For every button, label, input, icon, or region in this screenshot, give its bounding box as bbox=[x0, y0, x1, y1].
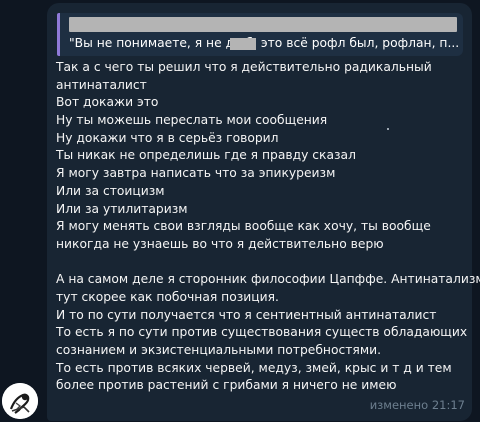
message-line: антинаталист bbox=[56, 77, 147, 92]
message-line: Ты никак не определишь где я правду сказ… bbox=[56, 148, 356, 163]
message-text: Так а с чего ты решил что я действительн… bbox=[56, 59, 480, 395]
message-line: Ну ты можешь переслать мои сообщения bbox=[56, 113, 328, 128]
redacted-word bbox=[230, 38, 256, 50]
edited-label: изменено bbox=[369, 398, 429, 412]
message-line: Я могу менять свои взгляды вообще как хо… bbox=[56, 219, 431, 234]
message-line: И то по сути получается что я сентиентны… bbox=[56, 307, 437, 322]
message-line: сознанием и экзистенциальными потребност… bbox=[56, 343, 381, 357]
redacted-author-name bbox=[69, 17, 457, 32]
reply-quote[interactable]: "Вы не понимаете, я не до б, это всё роф… bbox=[57, 13, 463, 56]
message-line: Или за утилитаризм bbox=[56, 201, 188, 216]
message-line: Так а с чего ты решил что я действительн… bbox=[56, 60, 432, 74]
message-line: Ну докажи что я в серьёз говорил bbox=[56, 130, 279, 145]
message-line: никогда не узнаешь во что я действительн… bbox=[56, 236, 384, 251]
message-line: более против растений с грибами я ничего… bbox=[56, 378, 397, 393]
message-bubble[interactable]: "Вы не понимаете, я не до б, это всё роф… bbox=[47, 3, 480, 421]
message-meta: изменено 21:17 bbox=[370, 398, 465, 412]
sender-avatar[interactable] bbox=[2, 383, 38, 419]
message-line: А на самом деле я сторонник философии Ца… bbox=[56, 272, 480, 287]
message-time: 21:17 bbox=[431, 398, 465, 412]
avatar-sketch-icon bbox=[2, 383, 38, 419]
message-line: Или за стоицизм bbox=[56, 183, 165, 198]
message-line: Вот докажи это bbox=[56, 95, 159, 110]
message-line: тут скорее как побочная позиция. bbox=[56, 289, 279, 304]
message-line: То есть против всяких червей, медуз, зме… bbox=[56, 360, 452, 375]
reply-quote-text: "Вы не понимаете, я не до б, это всё роф… bbox=[69, 36, 459, 50]
stray-dot bbox=[387, 128, 389, 130]
message-line: То есть я по сути против существования с… bbox=[56, 325, 468, 340]
message-line: Я могу завтра написать что за эпикуреизм bbox=[56, 166, 336, 181]
